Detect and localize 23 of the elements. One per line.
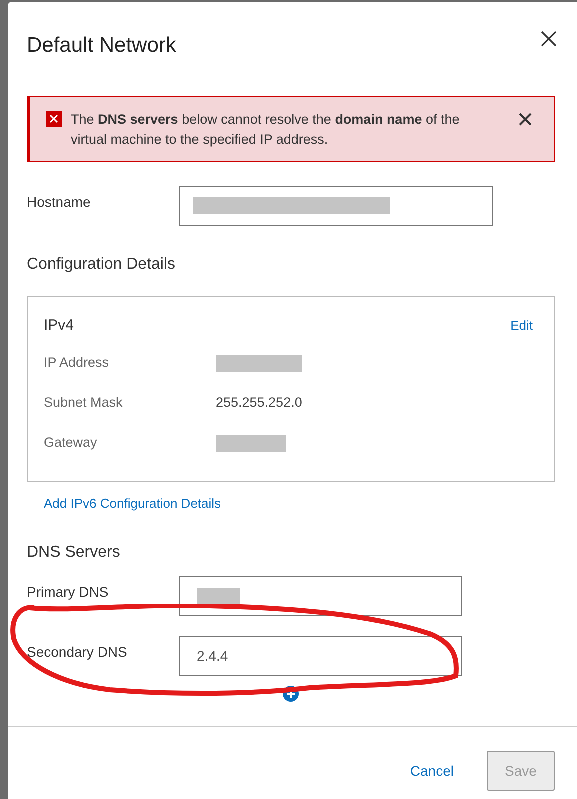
error-icon [46, 110, 62, 126]
field-value: 2.4.4 [197, 646, 228, 666]
dns-field[interactable] [179, 576, 462, 616]
card-title: IPv4 [44, 316, 74, 336]
dialog-title: Default Network [27, 33, 176, 59]
section-heading: Configuration Details [26, 254, 177, 274]
alert-message: The DNS servers below cannot resolve the domain name of the virtual machine to the specified IP address. [71, 110, 461, 149]
close-icon[interactable] [519, 112, 532, 126]
detail-label: IP Address [44, 354, 110, 372]
add-ipv6-link[interactable]: Add IPv6 Configuration Details [44, 494, 222, 513]
cancel-button[interactable]: Cancel [409, 760, 455, 782]
field-label: Hostname [27, 192, 92, 212]
edit-link[interactable]: Edit [510, 316, 533, 336]
detail-value: 255.255.252.0 [216, 394, 302, 412]
section-heading: DNS Servers [26, 543, 122, 563]
add-icon[interactable] [283, 686, 299, 702]
dns-field[interactable]: 2.4.4 [179, 636, 462, 676]
detail-label: Subnet Mask [44, 394, 124, 412]
detail-label: Gateway [44, 434, 98, 452]
close-icon[interactable] [541, 31, 557, 47]
field-label: Primary DNS [27, 583, 110, 602]
field-label: Secondary DNS [27, 643, 128, 662]
hostname-field[interactable] [179, 186, 493, 226]
